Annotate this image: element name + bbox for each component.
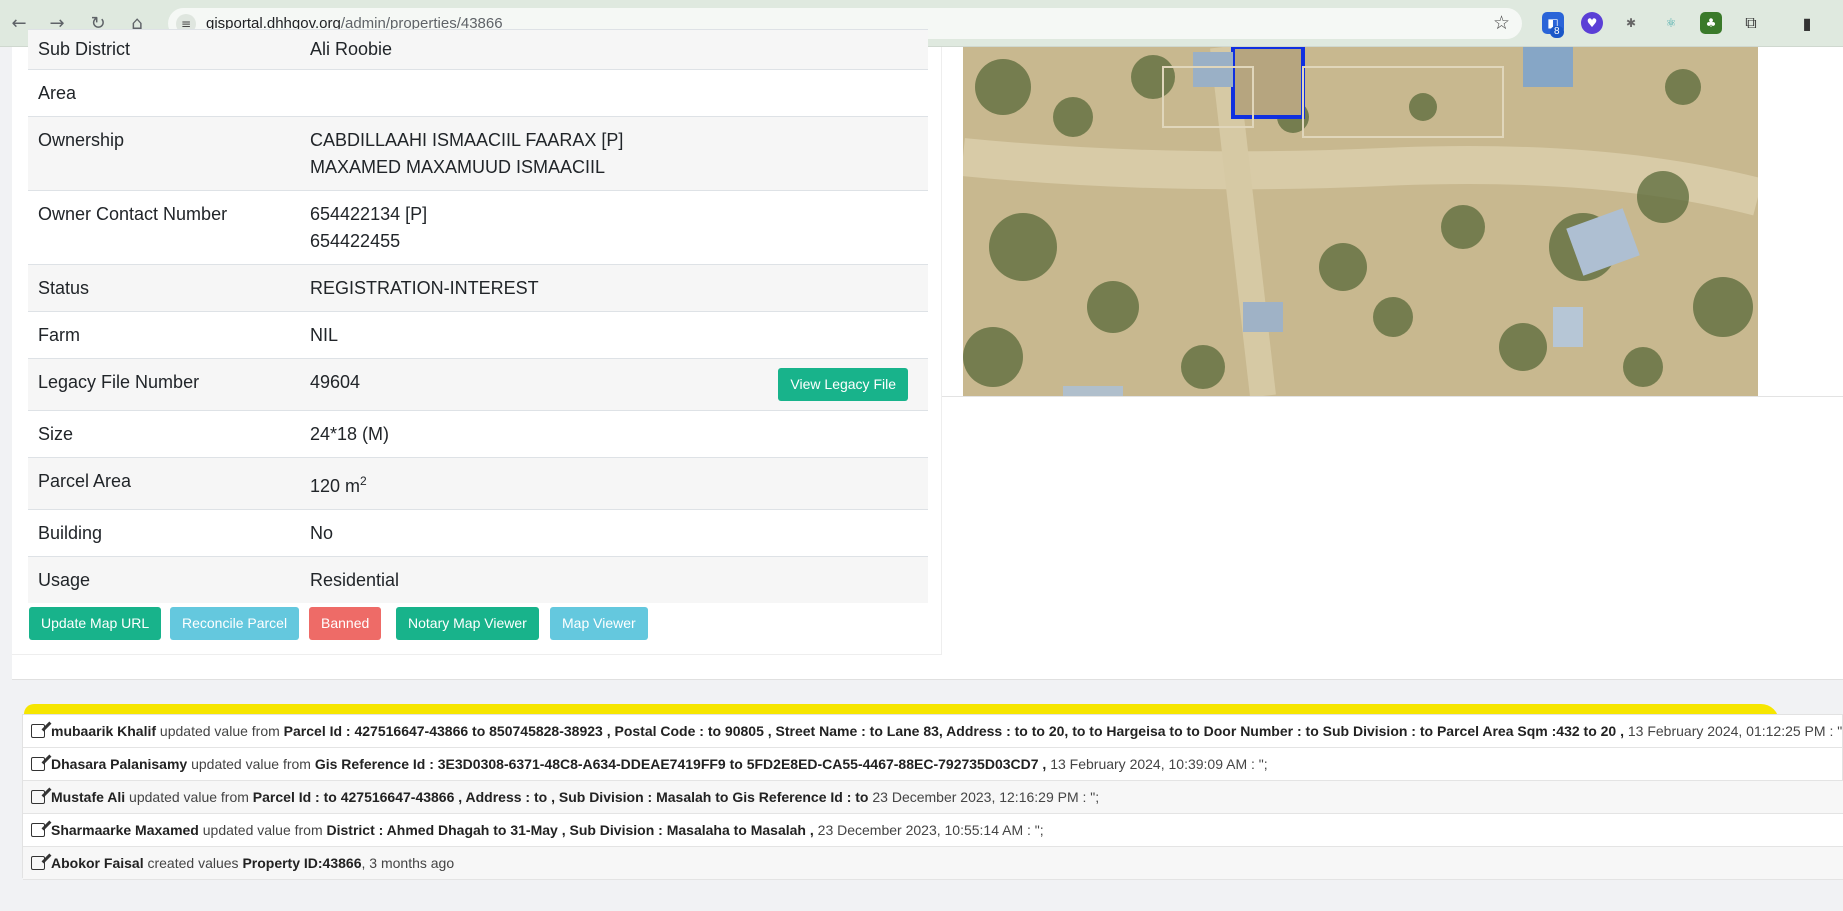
notary-map-viewer-button[interactable]: Notary Map Viewer (396, 607, 539, 640)
log-entry: mubaarik Khalif updated value from Parce… (23, 715, 1843, 748)
log-entry: Mustafe Ali updated value from Parcel Id… (23, 781, 1843, 814)
aerial-map-image[interactable] (963, 47, 1758, 396)
extensions-puzzle-icon[interactable]: ⧉ (1740, 12, 1762, 34)
log-verb: updated value from (159, 723, 280, 739)
details-table: Sub District Ali Roobie Area Ownership CAB… (28, 29, 928, 603)
edit-icon (31, 724, 45, 738)
log-changes: Parcel Id : to 427516647-43866 , Address… (252, 789, 869, 805)
parcel-area-value: 120 m (310, 476, 361, 496)
bug-extension-icon[interactable]: ✱ (1620, 12, 1642, 34)
log-entry: Dhasara Palanisamy updated value from Gi… (23, 748, 1843, 781)
row-legacy-file: Legacy File Number 49604 View Legacy File (28, 358, 928, 411)
log-verb: updated value from (129, 789, 249, 805)
update-map-url-button[interactable]: Update Map URL (29, 607, 162, 640)
property-details: Sub District Ali Roobie Area Ownership CAB… (12, 29, 942, 655)
map-viewer-button[interactable]: Map Viewer (550, 607, 648, 640)
edit-icon (31, 856, 45, 870)
contact-line: 654422134 [P] (310, 204, 428, 224)
log-verb: created values (147, 855, 239, 871)
log-verb: updated value from (202, 822, 323, 838)
tree-extension-icon[interactable]: ♣ (1700, 12, 1722, 34)
owner-line: CABDILLAAHI ISMAACIIL FAARAX [P] (310, 130, 624, 150)
row-building: Building No (28, 509, 928, 557)
log-time: , 3 months ago (361, 855, 455, 871)
banned-button[interactable]: Banned (309, 607, 382, 640)
parcel-area-unit-exp: 2 (360, 474, 367, 488)
bookmark-star-icon[interactable]: ☆ (1493, 12, 1510, 34)
shield-extension-icon[interactable]: ♥ (1581, 12, 1603, 34)
log-user: mubaarik Khalif (51, 723, 157, 739)
edit-icon (31, 757, 45, 771)
side-panel-icon[interactable]: ▮ (1796, 12, 1818, 34)
contact-line: 654422455 (310, 231, 401, 251)
log-user: Sharmaarke Maxamed (51, 822, 199, 838)
view-legacy-file-button[interactable]: View Legacy File (778, 368, 908, 401)
log-time: 23 December 2023, 10:55:14 AM : "; (817, 822, 1044, 838)
row-farm: Farm NIL (28, 311, 928, 359)
row-size: Size 24*18 (M) (28, 410, 928, 458)
reconcile-parcel-button[interactable]: Reconcile Parcel (170, 607, 300, 640)
log-changes: Parcel Id : 427516647-43866 to 850745828… (283, 723, 1624, 739)
log-time: 13 February 2024, 01:12:25 PM : "; (1627, 723, 1843, 739)
log-time: 13 February 2024, 10:39:09 AM : "; (1050, 756, 1268, 772)
log-time: 23 December 2023, 12:16:29 PM : "; (872, 789, 1100, 805)
row-sub-district: Sub District Ali Roobie (28, 29, 928, 70)
aerial-map-svg (963, 47, 1758, 396)
owner-line: MAXAMED MAXAMUUD ISMAACIIL (310, 157, 606, 177)
log-verb: updated value from (191, 756, 311, 772)
row-status: Status REGISTRATION-INTEREST (28, 264, 928, 312)
react-extension-icon[interactable]: ⚛ (1660, 12, 1682, 34)
legacy-file-number: 49604 (310, 372, 361, 392)
row-owner-contact: Owner Contact Number 654422134 [P] 6544224… (28, 190, 928, 265)
row-area: Area (28, 69, 928, 117)
property-panel: Sub District Ali Roobie Area Ownership CAB… (12, 29, 1843, 680)
row-ownership: Ownership CABDILLAAHI ISMAACIIL FAARAX [P… (28, 116, 928, 191)
log-changes: District : Ahmed Dhagah to 31-May , Sub … (326, 822, 814, 838)
edit-icon (31, 823, 45, 837)
edit-icon (31, 790, 45, 804)
activity-log: mubaarik Khalif updated value from Parce… (22, 714, 1843, 880)
row-usage: Usage Residential (28, 556, 928, 603)
log-entry: Sharmaarke Maxamed updated value from Di… (23, 814, 1843, 847)
log-user: Abokor Faisal (51, 855, 144, 871)
log-entry: Abokor Faisal created values Property ID… (23, 847, 1843, 880)
row-parcel-area: Parcel Area 120 m2 (28, 457, 928, 510)
divider (942, 396, 1843, 397)
log-user: Dhasara Palanisamy (51, 756, 188, 772)
log-user: Mustafe Ali (51, 789, 126, 805)
log-changes: Gis Reference Id : 3E3D0308-6371-48C8-A6… (314, 756, 1047, 772)
log-changes: Property ID:43866 (242, 855, 362, 871)
extension-badge: 8 (1550, 26, 1564, 38)
